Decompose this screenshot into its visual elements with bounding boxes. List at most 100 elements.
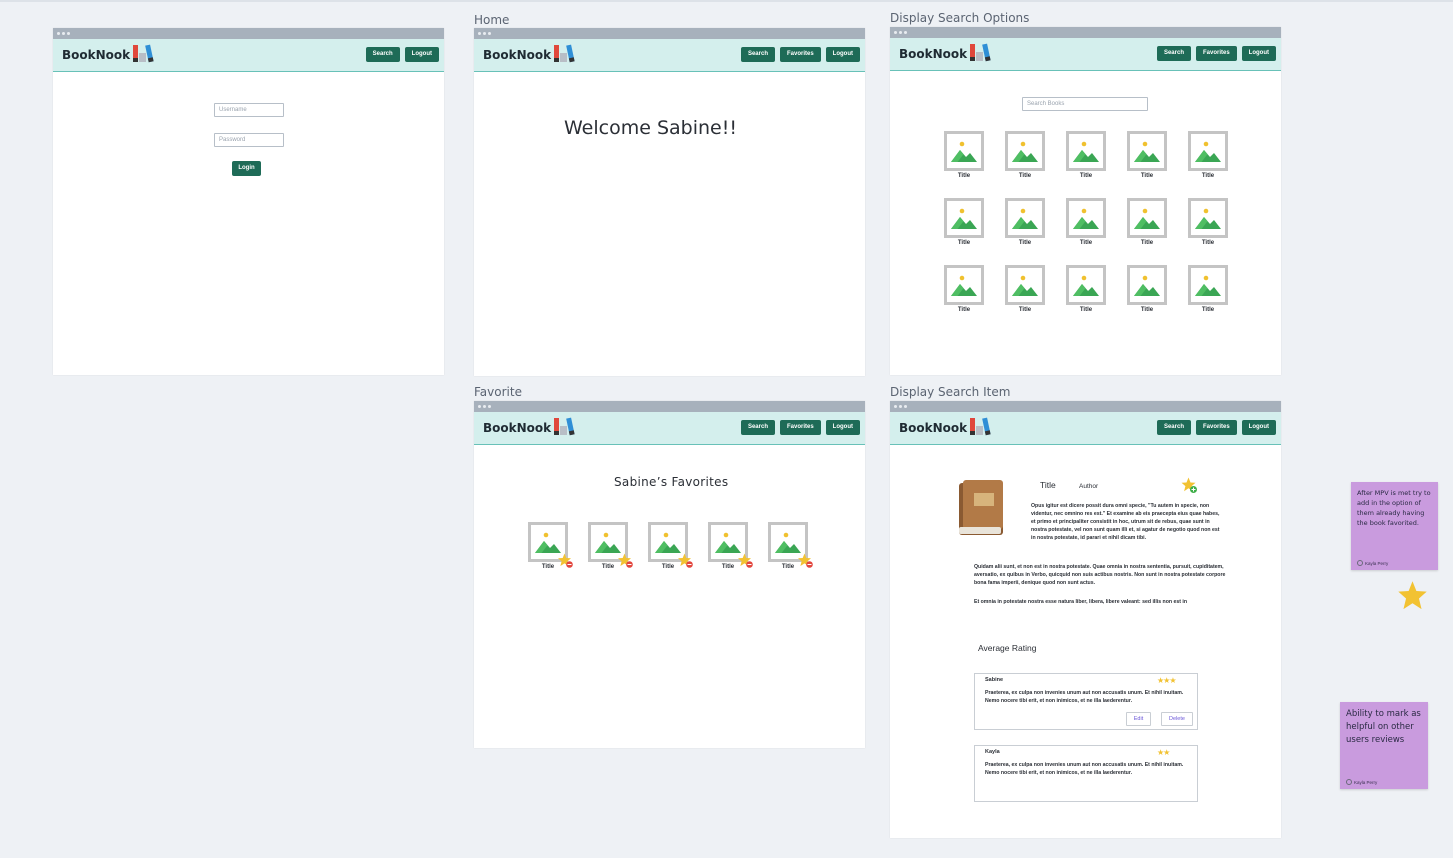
book-thumbnail[interactable]: Title bbox=[588, 522, 633, 570]
book-title-caption: Title bbox=[1140, 240, 1154, 246]
sticky-author-name: Kayla Perry bbox=[1365, 560, 1389, 566]
book-thumbnail[interactable]: Title bbox=[1066, 198, 1106, 246]
review-card: Kayla ★★ Praeterea, ex culpa non invenie… bbox=[974, 745, 1198, 802]
password-input[interactable]: Password bbox=[214, 133, 284, 147]
search-options-frame: BookNook Search Favorites Logout Search … bbox=[890, 27, 1281, 375]
favorites-button[interactable]: Favorites bbox=[779, 47, 821, 62]
book-cover-icon bbox=[959, 480, 1003, 535]
book-thumbnail[interactable]: Title bbox=[944, 131, 984, 179]
book-thumbnail[interactable]: Title bbox=[528, 522, 573, 570]
average-rating-label: Average Rating bbox=[978, 643, 1037, 653]
favorites-button[interactable]: Favorites bbox=[1195, 46, 1237, 61]
book-image-placeholder bbox=[944, 131, 984, 171]
logout-button[interactable]: Logout bbox=[404, 47, 439, 62]
book-title-caption: Title bbox=[1018, 240, 1032, 246]
edit-review-button[interactable]: Edit bbox=[1126, 712, 1151, 726]
image-placeholder-icon bbox=[1195, 141, 1221, 162]
app-header: BookNook Search Favorites Logout bbox=[890, 412, 1281, 445]
book-thumbnail[interactable]: Title bbox=[1005, 198, 1045, 246]
book-thumbnail[interactable]: Title bbox=[648, 522, 693, 570]
book-thumbnail[interactable]: Title bbox=[1127, 265, 1167, 313]
book-thumbnail[interactable]: Title bbox=[1188, 265, 1228, 313]
canvas-top-border bbox=[0, 0, 1453, 2]
brand-logo-text[interactable]: BookNook bbox=[899, 47, 967, 61]
search-button[interactable]: Search bbox=[740, 420, 775, 435]
book-thumbnail[interactable]: Title bbox=[708, 522, 753, 570]
sticky-author-name: Kayla Perry bbox=[1354, 779, 1378, 785]
book-image-placeholder bbox=[1127, 198, 1167, 238]
logout-button[interactable]: Logout bbox=[1241, 46, 1276, 61]
book-image-placeholder bbox=[1005, 265, 1045, 305]
book-thumbnail[interactable]: Title bbox=[1005, 131, 1045, 179]
image-placeholder-icon bbox=[1012, 208, 1038, 229]
book-title-caption: Title bbox=[1140, 307, 1154, 313]
book-description-3: Et omnia in potestate nostra esse natura… bbox=[974, 599, 1188, 605]
search-button[interactable]: Search bbox=[1156, 420, 1191, 435]
book-title-caption: Title bbox=[1201, 240, 1215, 246]
image-placeholder-icon bbox=[1134, 208, 1160, 229]
delete-review-button[interactable]: Delete bbox=[1161, 712, 1193, 726]
brand-logo-text[interactable]: BookNook bbox=[483, 48, 551, 62]
book-title-caption: Title bbox=[1079, 173, 1093, 179]
search-button[interactable]: Search bbox=[365, 47, 400, 62]
remove-favorite-star-icon[interactable] bbox=[798, 553, 814, 569]
book-image-placeholder bbox=[1188, 265, 1228, 305]
book-thumbnail[interactable]: Title bbox=[1066, 131, 1106, 179]
sticky-note-text: After MPV is met try to add in the optio… bbox=[1357, 489, 1431, 527]
book-image-placeholder bbox=[1066, 198, 1106, 238]
book-thumbnail[interactable]: Title bbox=[1066, 265, 1106, 313]
search-button[interactable]: Search bbox=[740, 47, 775, 62]
welcome-heading: Welcome Sabine!! bbox=[564, 117, 737, 139]
book-thumbnail[interactable]: Title bbox=[1188, 198, 1228, 246]
book-image-placeholder bbox=[1066, 265, 1106, 305]
add-favorite-star-icon[interactable] bbox=[1181, 477, 1198, 494]
book-image-placeholder bbox=[944, 198, 984, 238]
sticky-note-author: Kayla Perry bbox=[1357, 560, 1388, 566]
book-thumbnail[interactable]: Title bbox=[944, 265, 984, 313]
book-image-placeholder bbox=[1066, 131, 1106, 171]
book-title-caption: Title bbox=[1201, 173, 1215, 179]
image-placeholder-icon bbox=[951, 141, 977, 162]
review-card: Sabine ★★★ Praeterea, ex culpa non inven… bbox=[974, 673, 1198, 730]
book-thumbnail[interactable]: Title bbox=[1005, 265, 1045, 313]
review-stars-icon: ★★★ bbox=[1157, 676, 1176, 685]
book-thumbnail[interactable]: Title bbox=[1188, 131, 1228, 179]
frame-label-search-item: Display Search Item bbox=[890, 385, 1011, 399]
book-thumbnail[interactable]: Title bbox=[768, 522, 813, 570]
book-thumbnail[interactable]: Title bbox=[1127, 198, 1167, 246]
book-thumbnail[interactable]: Title bbox=[1127, 131, 1167, 179]
remove-favorite-star-icon[interactable] bbox=[678, 553, 694, 569]
favorites-button[interactable]: Favorites bbox=[1195, 420, 1237, 435]
frame-label-search-options: Display Search Options bbox=[890, 11, 1030, 25]
logout-button[interactable]: Logout bbox=[1241, 420, 1276, 435]
window-chrome bbox=[890, 27, 1281, 38]
favorites-button[interactable]: Favorites bbox=[779, 420, 821, 435]
window-chrome bbox=[53, 28, 444, 39]
username-input[interactable]: Username bbox=[214, 103, 284, 117]
app-header: BookNook Search Favorites Logout bbox=[890, 38, 1281, 71]
brand-logo-text[interactable]: BookNook bbox=[483, 421, 551, 435]
books-icon bbox=[554, 44, 575, 63]
sticky-note[interactable]: Ability to mark as helpful on other user… bbox=[1340, 702, 1428, 789]
book-description-2: Quidam alii sunt, et non est in nostra p… bbox=[974, 564, 1226, 586]
image-placeholder-icon bbox=[1134, 275, 1160, 296]
book-thumbnail[interactable]: Title bbox=[944, 198, 984, 246]
brand-logo-text[interactable]: BookNook bbox=[62, 48, 130, 62]
book-title-caption: Title bbox=[1079, 307, 1093, 313]
image-placeholder-icon bbox=[1073, 275, 1099, 296]
brand-logo-text[interactable]: BookNook bbox=[899, 421, 967, 435]
remove-favorite-star-icon[interactable] bbox=[558, 553, 574, 569]
book-title-caption: Title bbox=[1079, 240, 1093, 246]
sticky-note-text: Ability to mark as helpful on other user… bbox=[1346, 709, 1421, 745]
remove-favorite-star-icon[interactable] bbox=[618, 553, 634, 569]
book-author: Author bbox=[1079, 483, 1099, 490]
favorites-frame: BookNook Search Favorites Logout Sabine’… bbox=[474, 401, 865, 748]
sticky-note[interactable]: After MPV is met try to add in the optio… bbox=[1351, 482, 1438, 570]
remove-favorite-star-icon[interactable] bbox=[738, 553, 754, 569]
logout-button[interactable]: Logout bbox=[825, 420, 860, 435]
logout-button[interactable]: Logout bbox=[825, 47, 860, 62]
book-title: Title bbox=[1040, 480, 1056, 490]
search-books-input[interactable]: Search Books bbox=[1022, 97, 1148, 111]
search-button[interactable]: Search bbox=[1156, 46, 1191, 61]
login-button[interactable]: Login bbox=[232, 161, 261, 176]
